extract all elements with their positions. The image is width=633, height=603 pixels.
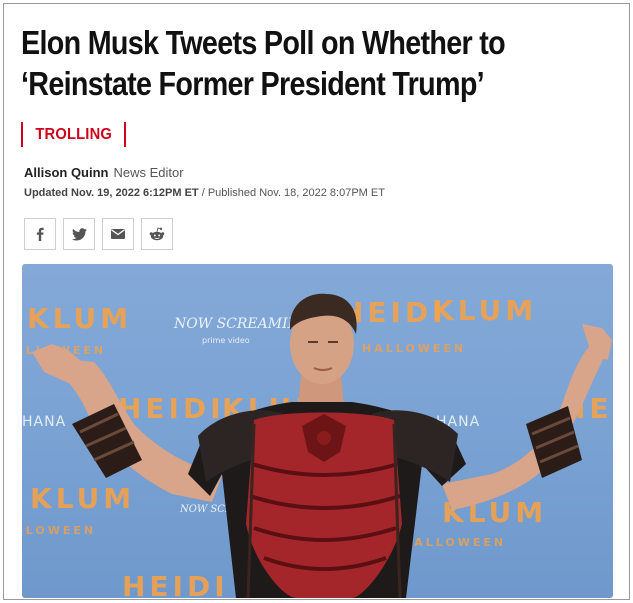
article-hero-image[interactable]: KLUM HEIDI KLUM HEIDI KLUM HEIDI KLUM KL… — [22, 264, 613, 598]
section-kicker[interactable]: TROLLING — [21, 121, 127, 148]
author-role: News Editor — [113, 165, 184, 180]
article-dates: Updated Nov. 19, 2022 6:12PM ET / Publis… — [24, 187, 385, 199]
kicker-label[interactable]: TROLLING — [27, 126, 120, 144]
byline: Allison Quinn News Editor — [24, 165, 184, 180]
email-icon — [111, 229, 125, 239]
published-date: Published Nov. 18, 2022 8:07PM ET — [207, 187, 385, 199]
kicker-divider-left — [21, 122, 23, 147]
article-frame: Elon Musk Tweets Poll on Whether to ‘Rei… — [3, 3, 630, 600]
share-reddit-button[interactable] — [141, 218, 173, 250]
kicker-divider-right — [124, 122, 127, 147]
facebook-icon — [36, 227, 44, 241]
share-bar — [24, 218, 173, 250]
twitter-icon — [71, 227, 87, 240]
article-headline: Elon Musk Tweets Poll on Whether to ‘Rei… — [21, 24, 506, 102]
share-email-button[interactable] — [102, 218, 134, 250]
person-figure — [32, 293, 612, 598]
share-facebook-button[interactable] — [24, 218, 56, 250]
updated-date: Updated Nov. 19, 2022 6:12PM ET — [24, 187, 199, 199]
share-twitter-button[interactable] — [63, 218, 95, 250]
author-name[interactable]: Allison Quinn — [24, 165, 109, 180]
reddit-icon — [149, 227, 165, 241]
